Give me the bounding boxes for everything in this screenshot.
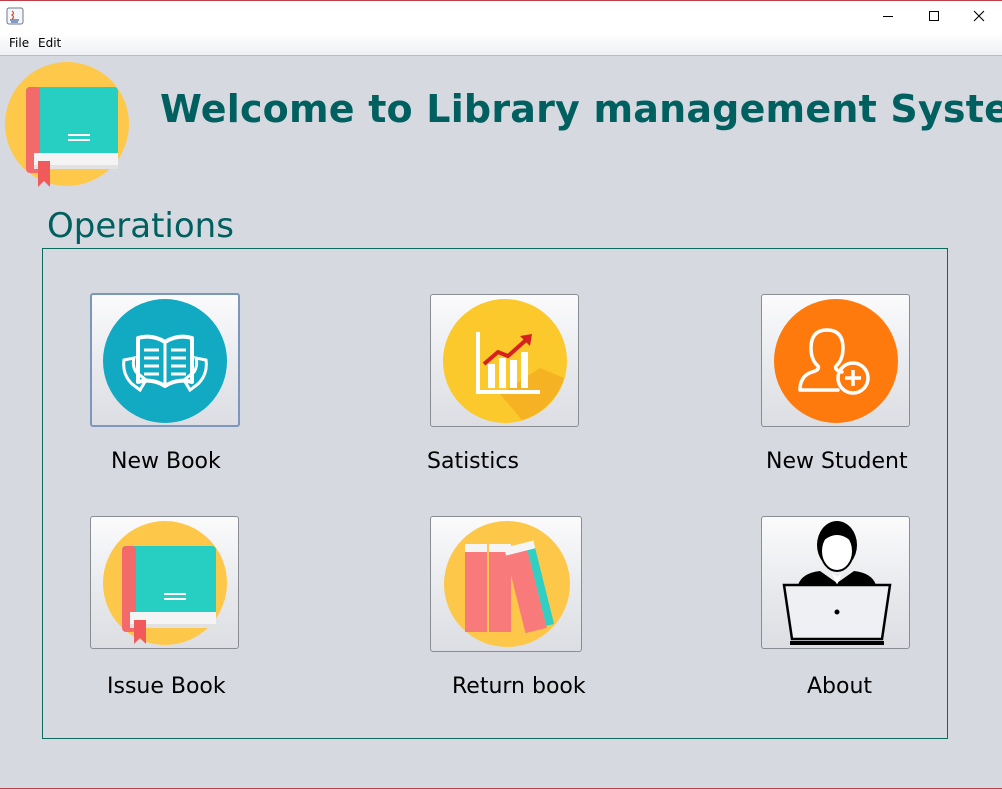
return-book-label: Return book (452, 674, 586, 699)
menu-file[interactable]: File (9, 36, 29, 50)
menu-edit[interactable]: Edit (38, 36, 61, 50)
about-button[interactable] (761, 516, 910, 649)
books-icon (444, 521, 570, 647)
title-bar (0, 1, 1002, 33)
close-button[interactable] (956, 1, 1002, 31)
new-student-label: New Student (766, 449, 908, 474)
minimize-icon (883, 16, 893, 17)
issue-book-button[interactable] (90, 516, 239, 649)
minimize-button[interactable] (865, 1, 911, 31)
statistics-button[interactable] (430, 294, 579, 427)
operations-label: Operations (47, 206, 234, 246)
issue-book-label: Issue Book (107, 674, 226, 699)
new-student-button[interactable] (761, 294, 910, 427)
maximize-icon (929, 11, 939, 21)
about-label: About (807, 674, 873, 699)
close-icon (973, 10, 985, 22)
menu-bar: File Edit (0, 33, 1002, 56)
new-book-label: New Book (111, 449, 221, 474)
new-book-button[interactable] (90, 293, 240, 427)
add-user-icon (774, 299, 898, 423)
bar-chart-icon (443, 299, 567, 423)
book-icon (103, 521, 227, 645)
statistics-label: Satistics (427, 449, 519, 474)
open-book-icon (103, 299, 227, 423)
page-title: Welcome to Library management System (160, 87, 1002, 131)
app-window: File Edit Welcome to Library management … (0, 0, 1002, 789)
java-app-icon (6, 7, 24, 25)
maximize-button[interactable] (911, 1, 957, 31)
return-book-button[interactable] (430, 516, 582, 652)
library-logo-icon (5, 62, 129, 187)
person-laptop-icon (782, 521, 892, 645)
